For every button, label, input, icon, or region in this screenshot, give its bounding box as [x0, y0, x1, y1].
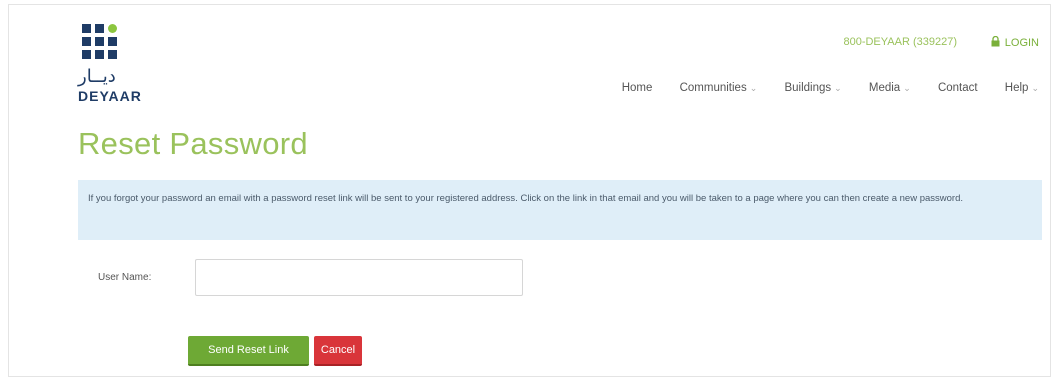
nav-item-buildings[interactable]: Buildings ⌄ — [784, 82, 841, 94]
nav-item-media[interactable]: Media ⌄ — [869, 82, 911, 94]
nav-item-label: Communities — [679, 82, 747, 94]
brand-arabic-name: ديــار — [78, 66, 116, 87]
page-title: Reset Password — [78, 126, 308, 161]
main-nav: Home Communities ⌄ Buildings ⌄ Media ⌄ Cont… — [598, 82, 1039, 98]
nav-item-label: Contact — [937, 82, 978, 94]
utility-bar: 800-DEYAAR (339227) LOGIN — [779, 36, 1039, 52]
nav-item-communities[interactable]: Communities ⌄ — [680, 82, 758, 94]
lock-icon — [991, 36, 1000, 47]
info-message: If you forgot your password an email wit… — [78, 180, 1042, 240]
chevron-down-icon: ⌄ — [834, 83, 842, 93]
chevron-down-icon: ⌄ — [903, 83, 911, 93]
username-label: User Name: — [98, 272, 152, 283]
username-input[interactable] — [195, 259, 523, 296]
nav-item-home[interactable]: Home — [622, 82, 653, 94]
brand-name: DEYAAR — [78, 88, 142, 104]
chevron-down-icon: ⌄ — [1031, 83, 1039, 93]
nav-item-help[interactable]: Help ⌄ — [1005, 82, 1039, 94]
chevron-down-icon: ⌄ — [749, 83, 758, 93]
deyaar-grid-logo-icon — [82, 24, 122, 62]
brand-logo[interactable]: ديــار DEYAAR — [78, 24, 168, 104]
login-label: LOGIN — [1004, 37, 1039, 49]
nav-item-label: Buildings — [784, 82, 832, 94]
login-link[interactable]: LOGIN — [991, 36, 1039, 49]
send-reset-link-button[interactable]: Send Reset Link — [188, 336, 309, 366]
nav-item-label: Help — [1004, 82, 1029, 94]
cancel-button[interactable]: Cancel — [314, 336, 362, 366]
nav-item-label: Home — [621, 82, 653, 94]
nav-item-contact[interactable]: Contact — [938, 82, 978, 94]
nav-item-label: Media — [868, 82, 901, 94]
phone-link[interactable]: 800-DEYAAR (339227) — [843, 36, 957, 48]
